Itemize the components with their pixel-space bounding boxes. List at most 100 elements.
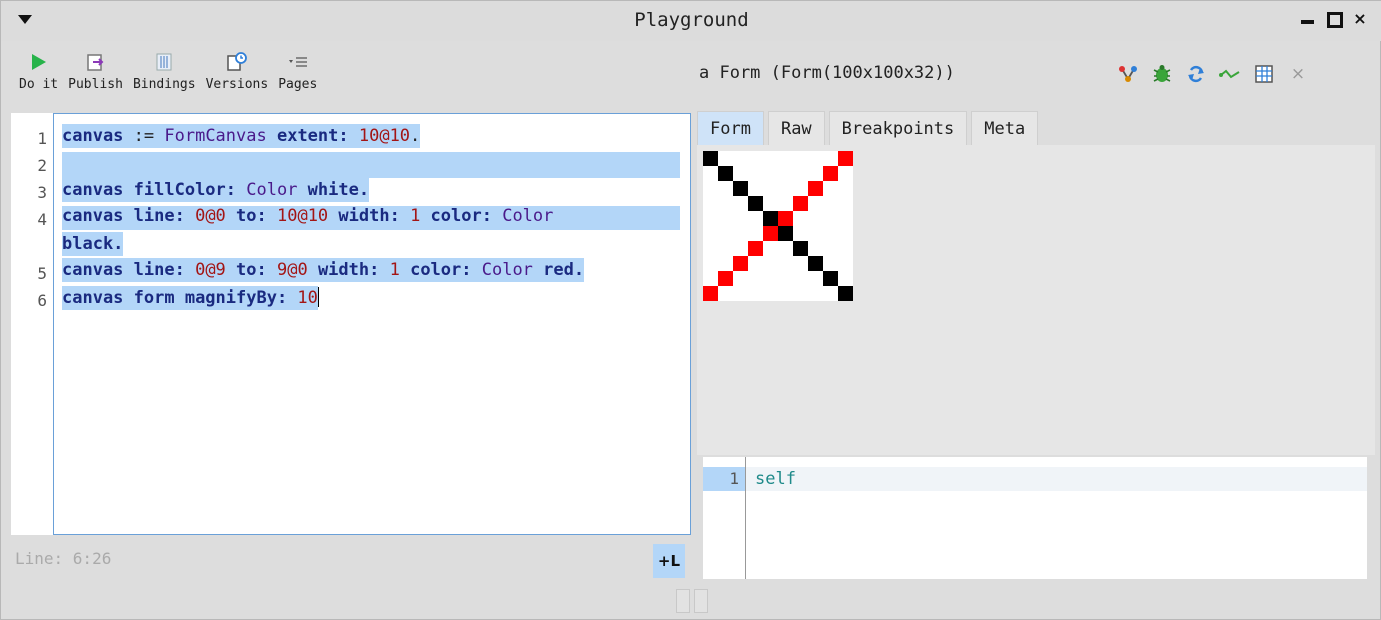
code-token: color:	[420, 206, 503, 226]
title-bar: Playground ×	[1, 1, 1381, 41]
red-pixel	[733, 256, 748, 271]
tab-form[interactable]: Form	[697, 111, 764, 146]
evaluator-current-line	[746, 467, 1367, 491]
playground-toolbar: Do it Publish Bindings Versions Pages	[15, 51, 321, 92]
evaluator-pane[interactable]: 1 self	[703, 457, 1367, 579]
publish-button[interactable]: Publish	[64, 51, 127, 92]
code-token: canvas	[62, 126, 124, 146]
black-pixel	[838, 286, 853, 301]
line-number: 5	[37, 264, 47, 283]
code-token: canvas	[62, 206, 124, 226]
pages-label: Pages	[278, 77, 318, 92]
playground-window: Playground × Do it Publish Bindings Vers…	[0, 0, 1381, 620]
code-token: .	[410, 126, 421, 146]
pages-button[interactable]: Pages	[274, 51, 321, 92]
black-pixel	[823, 271, 838, 286]
evaluator-code[interactable]: self	[755, 469, 796, 489]
red-pixel	[703, 286, 718, 301]
text-caret	[317, 287, 319, 307]
handle-grip-right	[694, 589, 708, 613]
code-token: Color	[481, 260, 533, 280]
debug-bug-icon[interactable]	[1151, 63, 1173, 85]
handle-grip-left	[676, 589, 690, 613]
black-pixel	[793, 241, 808, 256]
line-number: 2	[37, 156, 47, 175]
code-token: 0@9	[195, 260, 226, 280]
red-pixel	[778, 211, 793, 226]
evaluator-gutter: 1	[703, 457, 746, 579]
do-it-label: Do it	[19, 77, 59, 92]
code-line-6: canvas form magnifyBy: 10	[62, 286, 319, 310]
tab-breakpoints[interactable]: Breakpoints	[828, 111, 968, 146]
window-title: Playground	[634, 9, 749, 31]
code-line-2	[62, 152, 680, 178]
versions-icon	[226, 51, 248, 73]
red-pixel	[823, 166, 838, 181]
black-pixel	[763, 211, 778, 226]
code-token: 9@0	[276, 260, 308, 280]
code-token: black.	[62, 234, 124, 254]
publish-label: Publish	[68, 77, 123, 92]
spreadsheet-icon[interactable]	[1253, 63, 1275, 85]
code-token: Color	[502, 206, 554, 226]
pane-resize-handle[interactable]	[671, 587, 713, 615]
code-token: 1	[410, 206, 421, 226]
red-pixel	[838, 151, 853, 166]
do-it-button[interactable]: Do it	[15, 51, 62, 92]
black-pixel	[733, 181, 748, 196]
play-icon	[31, 51, 47, 73]
red-pixel	[718, 271, 733, 286]
versions-button[interactable]: Versions	[202, 51, 273, 92]
minimize-icon[interactable]	[1300, 11, 1316, 27]
code-line-4: canvas line: 0@0 to: 10@10 width: 1 colo…	[62, 206, 680, 230]
black-pixel	[778, 226, 793, 241]
code-token: 0@0	[195, 206, 226, 226]
tab-raw[interactable]: Raw	[767, 111, 825, 146]
code-text-area[interactable]: canvas := FormCanvas extent: 10@10. canv…	[53, 113, 691, 535]
close-icon[interactable]: ×	[1287, 63, 1309, 85]
inspect-icon[interactable]	[1219, 63, 1241, 85]
inspector-title: a Form (Form(100x100x32))	[699, 63, 955, 83]
line-number: 3	[37, 183, 47, 202]
line-numbers-toggle-button[interactable]: +L	[653, 544, 685, 578]
inspector-tabs: Form Raw Breakpoints Meta	[697, 111, 1039, 146]
code-token: 10@10	[276, 206, 329, 226]
line-number-gutter: 1 2 3 4 5 6	[11, 113, 53, 535]
versions-label: Versions	[205, 77, 269, 92]
red-pixel	[763, 226, 778, 241]
code-line-5: canvas line: 0@9 to: 9@0 width: 1 color:…	[62, 258, 585, 282]
black-pixel	[703, 151, 718, 166]
code-token: width:	[307, 260, 390, 280]
black-pixel	[748, 196, 763, 211]
red-pixel	[793, 196, 808, 211]
refresh-icon[interactable]	[1185, 63, 1207, 85]
code-token: 10@10	[358, 126, 411, 146]
form-pixel-image	[703, 151, 853, 301]
code-token: FormCanvas	[164, 126, 267, 146]
window-controls: ×	[1300, 11, 1368, 28]
code-token: extent:	[266, 126, 359, 146]
explore-icon[interactable]	[1117, 63, 1139, 85]
code-token: form magnifyBy:	[123, 288, 298, 308]
code-token: fillColor:	[123, 180, 247, 200]
close-window-icon[interactable]: ×	[1352, 11, 1368, 27]
black-pixel	[808, 256, 823, 271]
tab-meta[interactable]: Meta	[971, 111, 1039, 146]
code-token: to:	[225, 260, 277, 280]
maximize-icon[interactable]	[1326, 11, 1343, 28]
line-number: 6	[37, 291, 47, 310]
red-pixel	[808, 181, 823, 196]
bindings-button[interactable]: Bindings	[129, 51, 200, 92]
cursor-position-status: Line: 6:26	[15, 549, 112, 568]
code-token: canvas	[62, 180, 124, 200]
code-token: canvas	[62, 288, 124, 308]
black-pixel	[718, 166, 733, 181]
code-line-3: canvas fillColor: Color white.	[62, 178, 370, 202]
publish-icon	[86, 51, 106, 73]
pages-icon	[287, 51, 309, 73]
code-token: red.	[532, 260, 585, 280]
form-image-preview	[703, 151, 853, 301]
code-token: canvas	[62, 260, 124, 280]
code-token: to:	[225, 206, 277, 226]
form-tab-panel	[697, 145, 1375, 455]
